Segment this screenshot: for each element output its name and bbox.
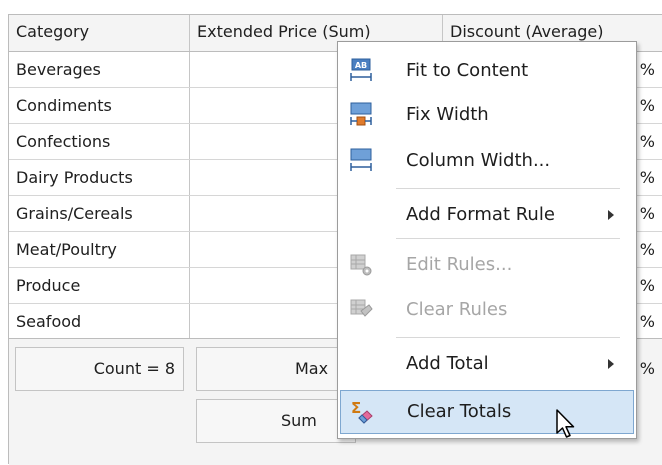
menu-item-label: Add Total	[406, 353, 489, 374]
context-menu: AB Fit to Content Fix Width Column Width…	[337, 41, 637, 439]
discount-percent: %	[639, 96, 655, 115]
menu-item-clear-rules[interactable]: Clear Rules	[338, 288, 636, 332]
menu-item-label: Clear Rules	[406, 299, 508, 320]
category-cell[interactable]: Confections	[9, 124, 190, 159]
category-cell[interactable]: Grains/Cereals	[9, 196, 190, 231]
category-cell[interactable]: Condiments	[9, 88, 190, 123]
menu-item-fit-to-content[interactable]: AB Fit to Content	[338, 49, 636, 93]
submenu-arrow-icon	[608, 359, 614, 369]
discount-percent: %	[639, 240, 655, 259]
fit-to-content-icon: AB	[349, 58, 373, 84]
column-header-category[interactable]: Category	[9, 15, 190, 51]
clear-totals-icon: Σ	[350, 399, 374, 425]
menu-item-label: Column Width...	[406, 150, 551, 171]
menu-item-label: Add Format Rule	[406, 204, 555, 225]
category-cell[interactable]: Produce	[9, 268, 190, 303]
total-count-cell[interactable]: Count = 8	[15, 347, 184, 391]
category-cell[interactable]: Seafood	[9, 304, 190, 339]
discount-percent: %	[639, 204, 655, 223]
svg-text:AB: AB	[355, 61, 367, 70]
fix-width-icon	[349, 102, 373, 128]
discount-percent: %	[639, 312, 655, 331]
total-sum-cell[interactable]: Sum	[196, 399, 356, 443]
category-cell[interactable]: Dairy Products	[9, 160, 190, 195]
menu-item-fix-width[interactable]: Fix Width	[338, 93, 636, 137]
discount-percent: %	[639, 132, 655, 151]
discount-percent: %	[639, 276, 655, 295]
menu-separator	[396, 337, 620, 338]
menu-separator	[396, 188, 620, 189]
menu-item-add-total[interactable]: Add Total	[338, 342, 636, 386]
menu-item-label: Fix Width	[406, 104, 489, 125]
menu-item-add-format-rule[interactable]: Add Format Rule	[338, 193, 636, 237]
discount-percent: %	[639, 60, 655, 79]
menu-separator	[396, 238, 620, 239]
menu-item-label: Fit to Content	[406, 60, 529, 81]
menu-item-edit-rules[interactable]: Edit Rules...	[338, 243, 636, 287]
category-cell[interactable]: Meat/Poultry	[9, 232, 190, 267]
column-width-icon	[349, 148, 373, 174]
menu-item-label: Clear Totals	[407, 401, 512, 422]
total-discount-percent: %	[639, 359, 655, 378]
submenu-arrow-icon	[608, 210, 614, 220]
discount-percent: %	[639, 168, 655, 187]
total-max-cell[interactable]: Max	[196, 347, 356, 391]
category-cell[interactable]: Beverages	[9, 52, 190, 87]
edit-rules-icon	[349, 252, 373, 278]
menu-item-column-width[interactable]: Column Width...	[338, 139, 636, 183]
mouse-cursor-icon	[556, 409, 575, 438]
clear-rules-icon	[349, 297, 373, 323]
svg-text:Σ: Σ	[351, 399, 361, 417]
menu-item-label: Edit Rules...	[406, 254, 513, 275]
menu-item-clear-totals[interactable]: Σ Clear Totals	[340, 390, 634, 434]
